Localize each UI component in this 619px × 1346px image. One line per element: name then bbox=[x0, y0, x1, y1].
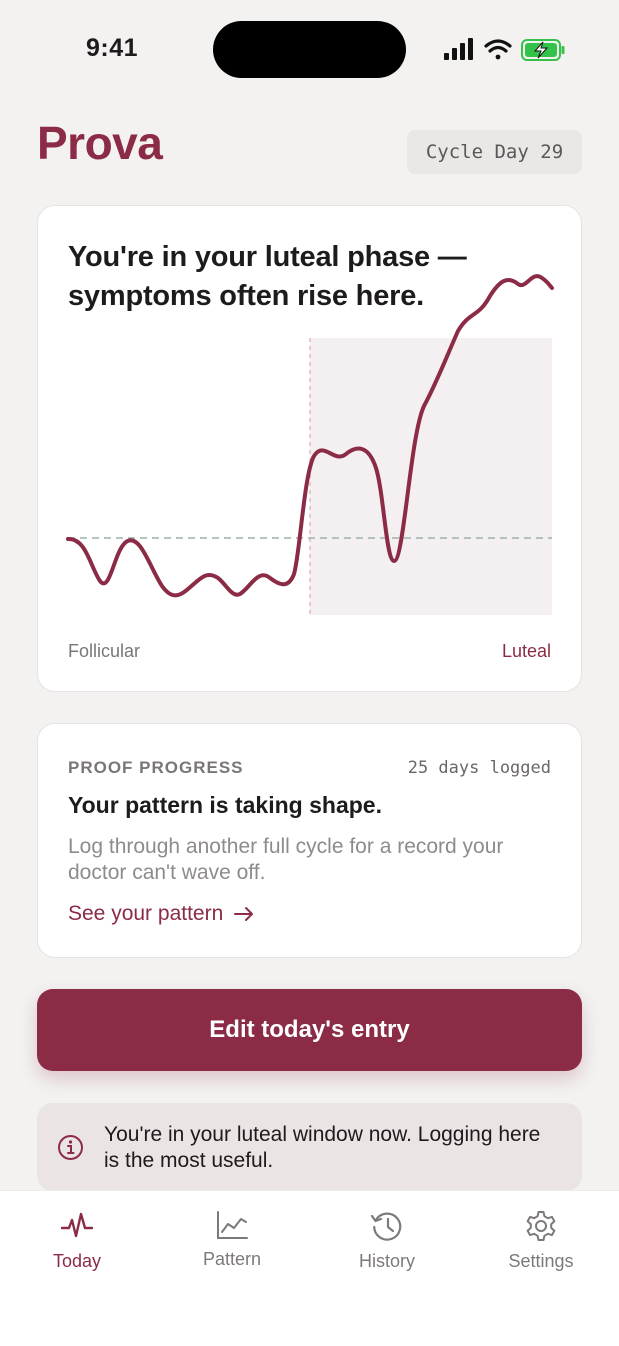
luteal-band bbox=[310, 338, 552, 615]
see-pattern-link[interactable]: See your pattern bbox=[68, 902, 255, 926]
notice-text: You're in your luteal window now. Loggin… bbox=[104, 1123, 541, 1172]
tab-history[interactable]: History bbox=[327, 1209, 447, 1272]
battery-icon bbox=[521, 39, 565, 61]
proof-progress-card: PROOF PROGRESS 25 days logged Your patte… bbox=[37, 723, 582, 958]
luteal-notice: You're in your luteal window now. Loggin… bbox=[37, 1103, 582, 1191]
tab-label: Pattern bbox=[202, 1249, 262, 1269]
edit-entry-button[interactable]: Edit today's entry bbox=[37, 989, 582, 1071]
see-pattern-label: See your pattern bbox=[68, 902, 224, 925]
status-icons bbox=[444, 38, 565, 61]
history-icon bbox=[370, 1212, 402, 1241]
info-icon bbox=[58, 1135, 83, 1160]
axis-label-follicular: Follicular bbox=[68, 641, 141, 661]
dynamic-island bbox=[213, 21, 406, 78]
tab-today[interactable]: Today bbox=[17, 1209, 137, 1272]
proof-heading: Your pattern is taking shape. bbox=[68, 792, 382, 818]
signal-icon bbox=[444, 38, 473, 60]
arrow-right-icon bbox=[234, 907, 254, 921]
tab-label: History bbox=[358, 1251, 415, 1271]
axis-label-luteal: Luteal bbox=[501, 641, 551, 661]
tab-label: Settings bbox=[508, 1251, 574, 1271]
gear-icon bbox=[526, 1211, 556, 1241]
tab-settings[interactable]: Settings bbox=[481, 1209, 601, 1272]
proof-progress-kicker: PROOF PROGRESS bbox=[68, 758, 244, 777]
status-time: 9:41 bbox=[86, 34, 139, 62]
wifi-icon bbox=[484, 39, 512, 60]
tab-bar: Today Pattern History Settings bbox=[0, 1190, 619, 1346]
phase-card: You're in your luteal phase — symptoms o… bbox=[37, 205, 582, 692]
chart-icon bbox=[217, 1211, 248, 1239]
tab-pattern[interactable]: Pattern bbox=[172, 1209, 292, 1270]
symptom-curve-chart bbox=[66, 274, 554, 615]
proof-body: Log through another full cycle for a rec… bbox=[68, 835, 504, 884]
app-logo-text: Prova bbox=[37, 117, 163, 169]
status-bar: 9:41 bbox=[0, 0, 619, 100]
heartbeat-icon bbox=[60, 1212, 94, 1238]
cycle-day-badge: Cycle Day 29 bbox=[407, 130, 582, 174]
tab-label: Today bbox=[52, 1251, 102, 1271]
days-logged-count: 25 days logged bbox=[407, 758, 551, 778]
